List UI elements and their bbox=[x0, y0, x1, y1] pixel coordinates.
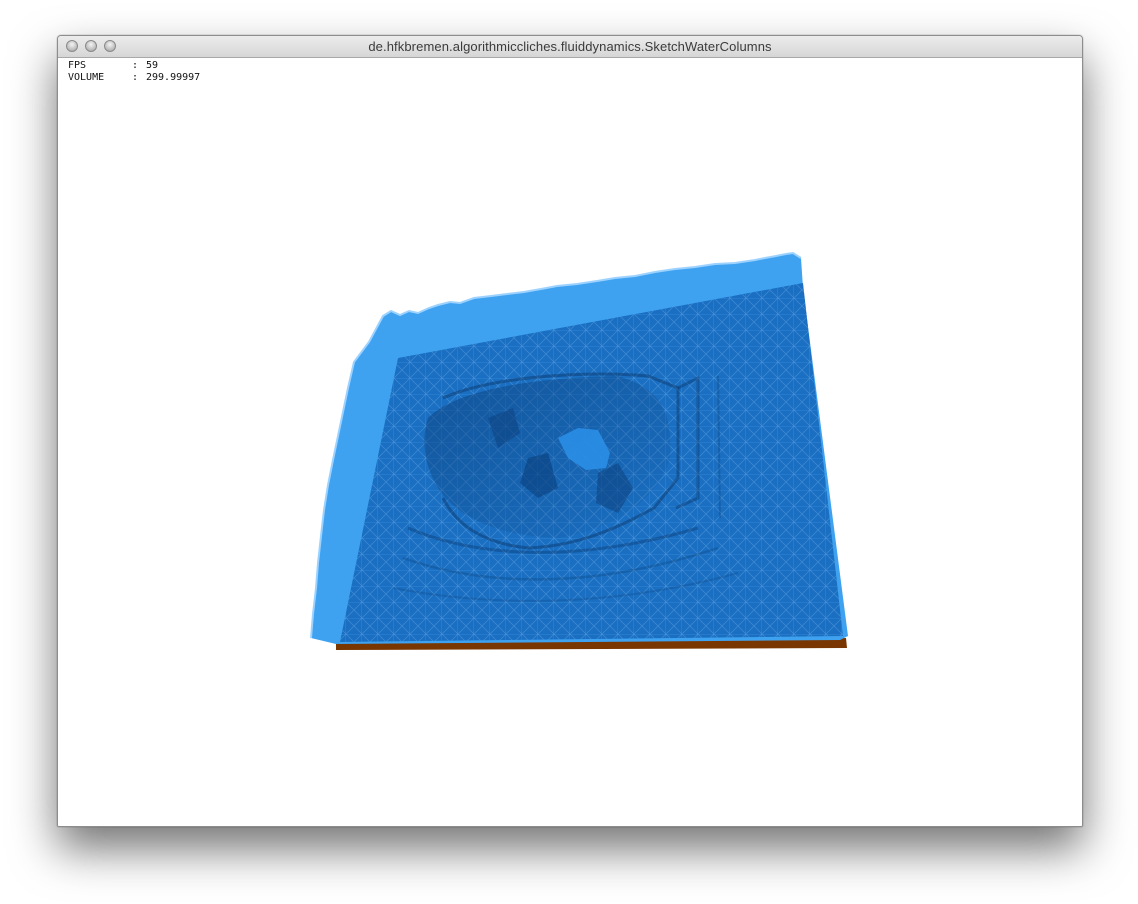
stat-value: 299.99997 bbox=[146, 72, 201, 83]
app-window: de.hfkbremen.algorithmiccliches.fluiddyn… bbox=[57, 35, 1083, 827]
stat-label: VOLUME bbox=[68, 72, 105, 83]
stat-label: FPS bbox=[68, 60, 87, 71]
stat-fps: FPS : 59 bbox=[68, 60, 200, 72]
window-title: de.hfkbremen.algorithmiccliches.fluiddyn… bbox=[368, 39, 772, 54]
title-bar[interactable]: de.hfkbremen.algorithmiccliches.fluiddyn… bbox=[58, 36, 1082, 58]
sketch-canvas[interactable]: FPS : 59 VOLUME : 299.99997 bbox=[58, 58, 1082, 826]
stat-separator: : bbox=[132, 72, 139, 83]
stat-separator: : bbox=[132, 60, 139, 71]
stat-volume: VOLUME : 299.99997 bbox=[68, 72, 200, 84]
water-columns-render bbox=[310, 251, 848, 650]
stat-value: 59 bbox=[146, 60, 159, 71]
stats-overlay: FPS : 59 VOLUME : 299.99997 bbox=[68, 60, 200, 84]
